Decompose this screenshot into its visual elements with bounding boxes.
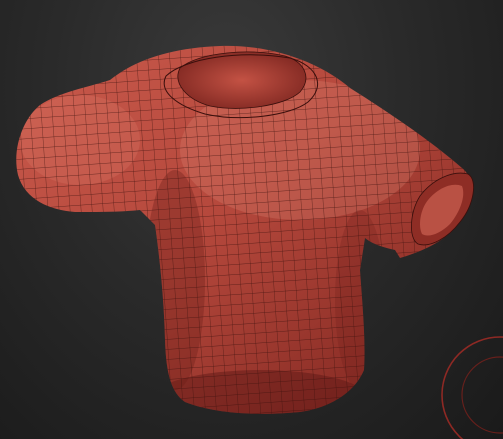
tshirt-mesh[interactable]	[0, 0, 503, 439]
neck-opening	[177, 51, 307, 109]
viewport-canvas[interactable]	[0, 0, 503, 439]
3d-viewport[interactable]	[0, 0, 503, 439]
rotation-circle-icon[interactable]	[441, 336, 503, 439]
